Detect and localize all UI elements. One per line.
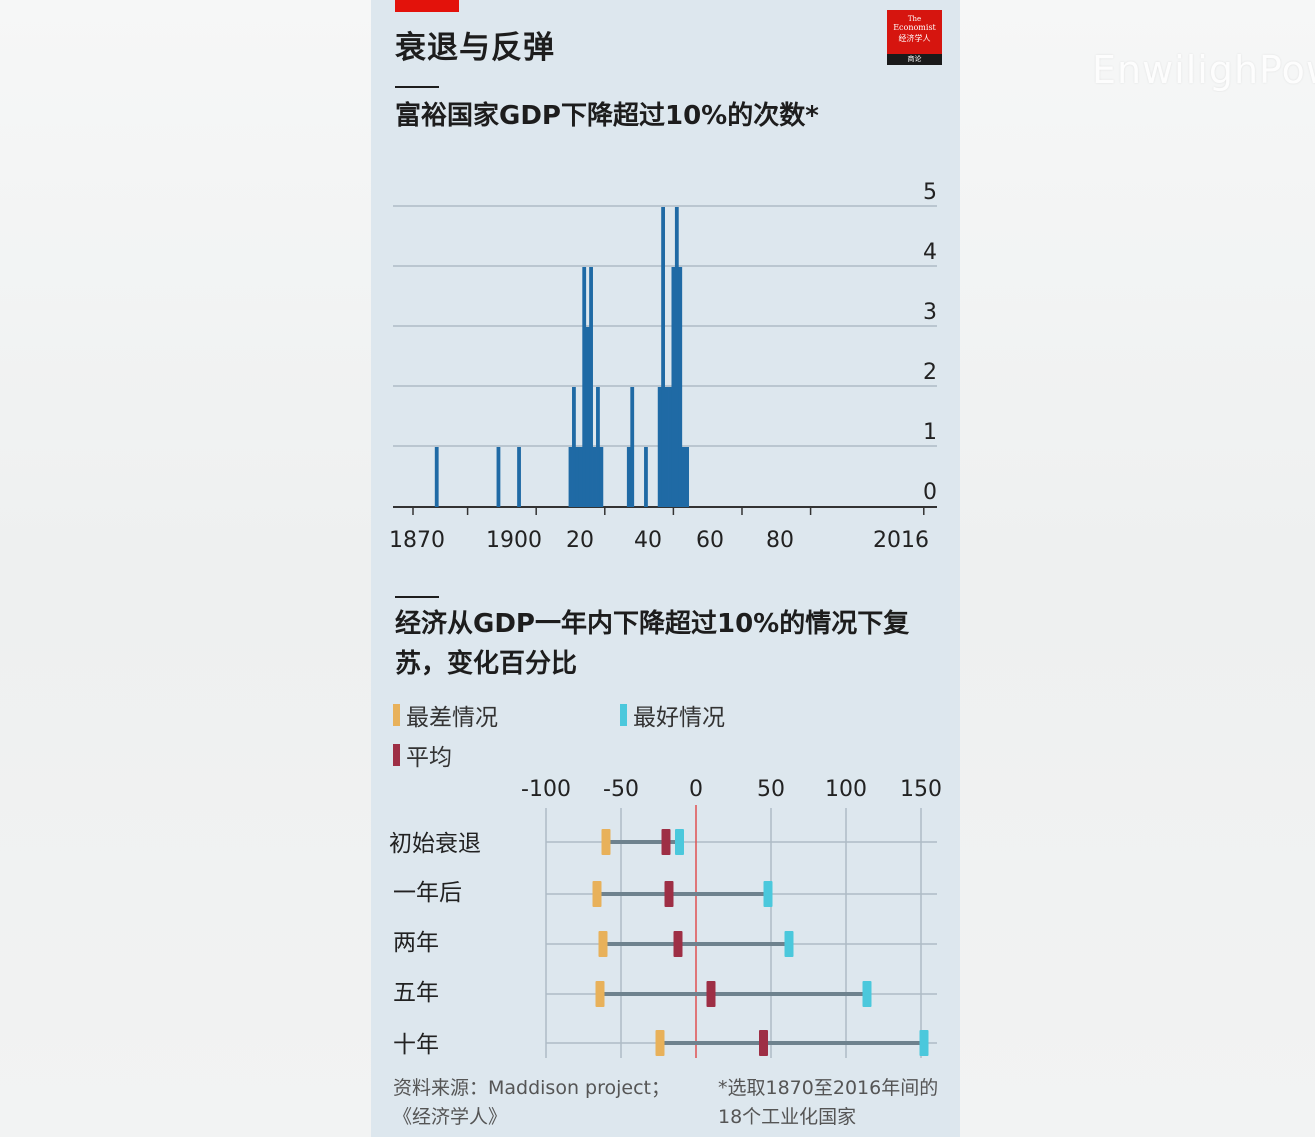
bar-1930 [626, 447, 631, 507]
best-marker-4 [919, 1030, 929, 1056]
y-tick-label: 4 [923, 240, 937, 265]
infographic-panel: 衰退与反弹 The Economist 经济学人 商论 富裕国家GDP下降超过1… [371, 0, 960, 1137]
x2-tick-label: 50 [757, 777, 785, 802]
bar-1941 [664, 387, 669, 507]
bar-1940 [661, 207, 665, 507]
bar-1917 [582, 267, 587, 507]
bar-1913 [568, 447, 573, 507]
bar-1944 [674, 207, 679, 507]
best-marker-3 [862, 981, 872, 1007]
worst-marker-3 [595, 981, 605, 1007]
bar-1874 [434, 447, 439, 507]
best-marker-2 [784, 931, 794, 957]
y-tick-label: 2 [923, 360, 937, 385]
bar-1898 [517, 447, 521, 507]
bar-1915 [575, 447, 580, 507]
x-tick-label: 1870 [389, 528, 445, 553]
best-marker-1 [763, 881, 773, 907]
bar-1939 [657, 387, 662, 507]
worst-marker-4 [655, 1030, 665, 1056]
worst-marker-1 [592, 881, 602, 907]
best-marker-0 [675, 829, 684, 855]
y-tick-label: 0 [923, 480, 937, 505]
bar-1920 [592, 447, 597, 507]
bar-1946 [681, 447, 686, 507]
charts-svg: 0 1 2 3 4 5 1870 1900 20 40 60 80 2016 -100 -50 0 50 100 1… [389, 180, 942, 1058]
avg-marker-1 [664, 881, 674, 907]
bar-1931 [630, 387, 635, 507]
bar-1947 [685, 447, 690, 507]
x2-tick-label: 150 [900, 777, 942, 802]
x-tick-label: 20 [566, 528, 594, 553]
x2-tick-label: 0 [689, 777, 703, 802]
x-tick-label: 60 [696, 528, 724, 553]
watermark-text: EnwilighPow [1092, 48, 1315, 92]
bar-1945 [678, 267, 683, 507]
bar-1922 [599, 447, 604, 507]
bar-1942 [668, 387, 672, 507]
x-tick-label: 40 [634, 528, 662, 553]
y-tick-label: 5 [923, 180, 937, 205]
x-tick-label: 80 [766, 528, 794, 553]
bar-1919 [589, 267, 593, 507]
avg-marker-2 [673, 931, 683, 957]
x-tick-label: 1900 [486, 528, 542, 553]
bar-1914 [572, 387, 576, 507]
x2-tick-label: 100 [825, 777, 867, 802]
x2-tick-label: -100 [521, 777, 571, 802]
x-tick-label: 2016 [873, 528, 929, 553]
bar-1916 [578, 447, 583, 507]
y-tick-label: 1 [923, 420, 937, 445]
x2-tick-label: -50 [603, 777, 639, 802]
y-tick-label: 3 [923, 300, 937, 325]
avg-marker-0 [661, 829, 671, 855]
worst-marker-2 [598, 931, 608, 957]
bar-1892 [496, 447, 501, 507]
bar-1921 [596, 387, 600, 507]
bar-1935 [644, 447, 648, 507]
worst-marker-0 [601, 829, 611, 855]
bar-1918 [585, 327, 590, 507]
avg-marker-3 [706, 981, 716, 1007]
avg-marker-4 [759, 1030, 768, 1056]
bar-1943 [671, 267, 676, 507]
